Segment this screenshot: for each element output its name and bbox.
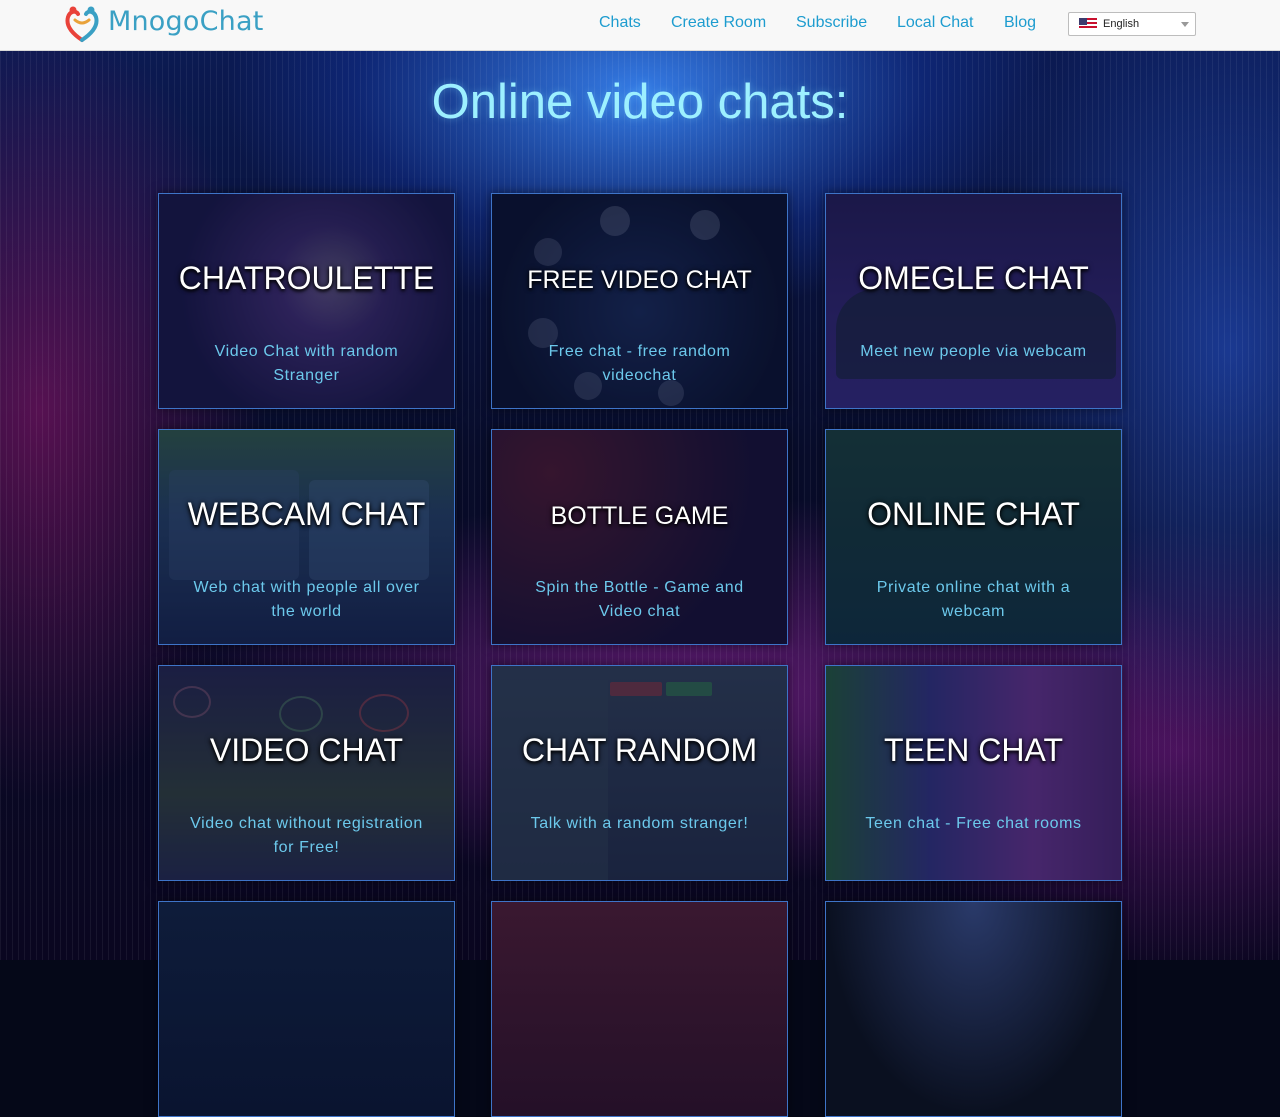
card-chat-random[interactable]: CHAT RANDOM Talk with a random stranger! [491, 665, 788, 881]
card-description: Web chat with people all over the world [193, 579, 420, 620]
nav-create-room[interactable]: Create Room [671, 14, 766, 32]
chevron-down-icon [1181, 22, 1189, 27]
card-chatroulette[interactable]: CHATROULETTE Video Chat with random Stra… [158, 193, 455, 409]
card-description: Video Chat with random Stranger [214, 343, 399, 384]
card-description: Meet new people via webcam [860, 343, 1087, 360]
card-bottle-game[interactable]: BOTTLE GAME Spin the Bottle - Game and V… [491, 429, 788, 645]
card-description: Free chat - free random videochat [548, 343, 731, 384]
card-title: CHAT RANDOM [521, 732, 758, 768]
language-select[interactable]: English [1068, 12, 1196, 36]
page-title: Online video chats: [431, 75, 849, 129]
card-omegle-chat[interactable]: OMEGLE CHAT Meet new people via webcam [825, 193, 1122, 409]
card-partial-2[interactable] [491, 901, 788, 1117]
card-title: OMEGLE CHAT [858, 260, 1089, 296]
card-teen-chat[interactable]: TEEN CHAT Teen chat - Free chat rooms [825, 665, 1122, 881]
card-title: TEEN CHAT [884, 732, 1063, 768]
card-partial-1[interactable] [158, 901, 455, 1117]
card-title: VIDEO CHAT [209, 732, 404, 768]
language-selected: English [1103, 18, 1140, 30]
card-title: CHATROULETTE [178, 260, 435, 296]
card-description: Spin the Bottle - Game and Video chat [535, 579, 744, 620]
card-background [492, 902, 787, 1116]
site-logo[interactable]: MnogoChat [64, 4, 263, 44]
card-title: BOTTLE GAME [550, 502, 729, 530]
us-flag-icon [1079, 18, 1097, 30]
card-background [159, 902, 454, 1116]
nav-subscribe[interactable]: Subscribe [796, 14, 867, 32]
heart-people-logo-icon [64, 4, 100, 44]
card-title: WEBCAM CHAT [187, 496, 426, 532]
nav-chats[interactable]: Chats [599, 14, 641, 32]
card-video-chat[interactable]: VIDEO CHAT Video chat without registrati… [158, 665, 455, 881]
card-background [826, 902, 1121, 1116]
card-free-video-chat[interactable]: FREE VIDEO CHAT Free chat - free random … [491, 193, 788, 409]
nav-local-chat[interactable]: Local Chat [897, 14, 974, 32]
site-header: MnogoChat Chats Create Room Subscribe Lo… [0, 0, 1280, 51]
card-description: Talk with a random stranger! [530, 815, 749, 832]
logo-text: MnogoChat [108, 5, 264, 37]
card-description: Teen chat - Free chat rooms [865, 815, 1082, 832]
card-online-chat[interactable]: ONLINE CHAT Private online chat with a w… [825, 429, 1122, 645]
card-title: ONLINE CHAT [867, 496, 1080, 532]
card-partial-3[interactable] [825, 901, 1122, 1117]
card-description: Video chat without registration for Free… [190, 815, 423, 856]
card-description: Private online chat with a webcam [876, 579, 1071, 620]
card-webcam-chat[interactable]: WEBCAM CHAT Web chat with people all ove… [158, 429, 455, 645]
card-title: FREE VIDEO CHAT [527, 266, 752, 294]
nav-blog[interactable]: Blog [1004, 14, 1036, 32]
